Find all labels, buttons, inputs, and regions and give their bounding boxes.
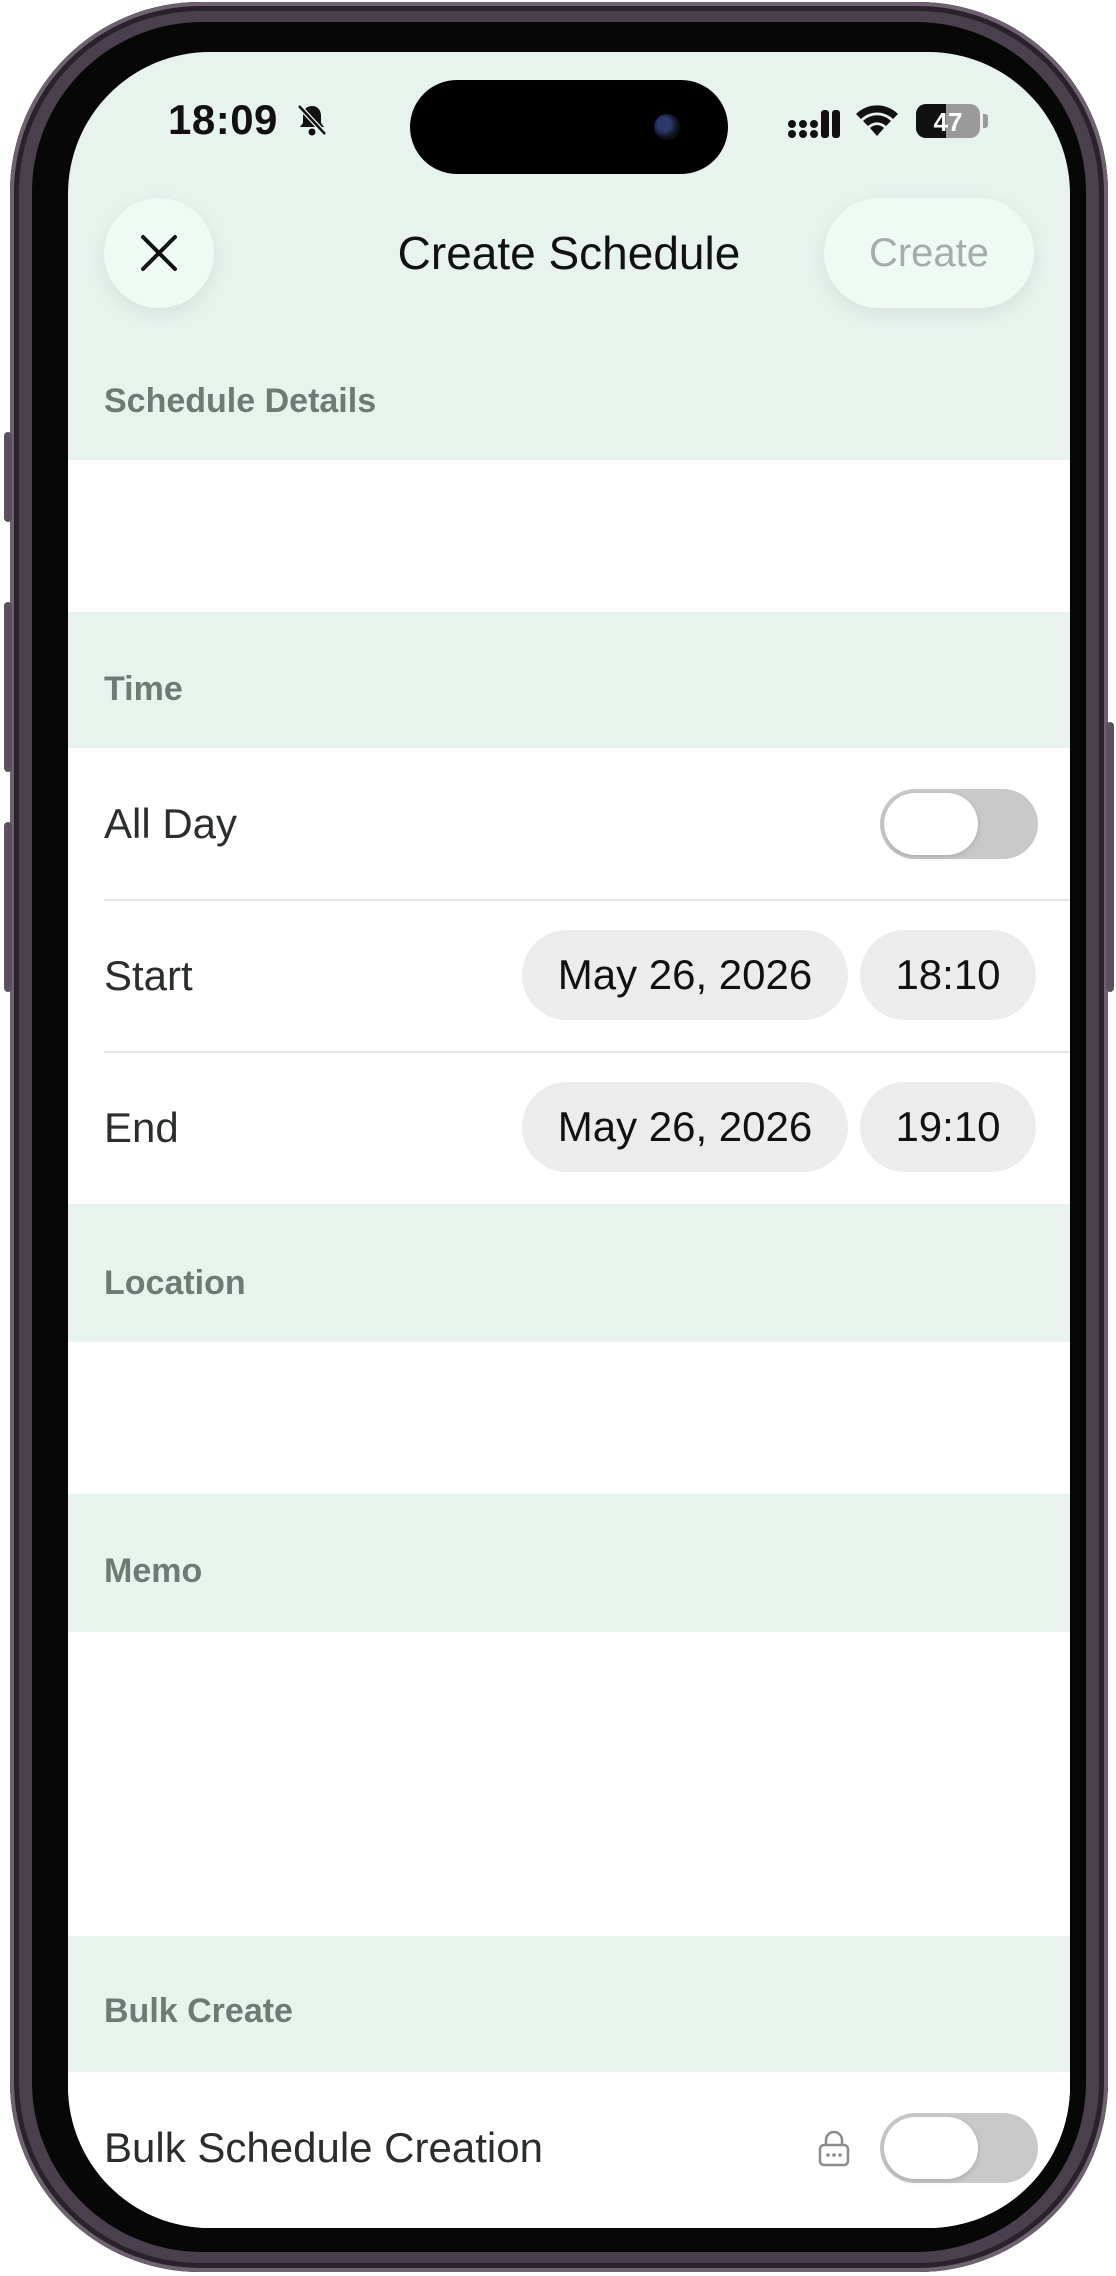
- end-label: End: [104, 1104, 179, 1151]
- location-field[interactable]: [68, 1342, 1070, 1494]
- bulk-schedule-toggle[interactable]: [880, 2113, 1038, 2183]
- all-day-label: All Day: [104, 800, 238, 847]
- divider: [104, 1051, 1070, 1053]
- toggle-knob: [884, 2117, 978, 2179]
- start-time-pill[interactable]: 18:10: [860, 930, 1036, 1020]
- create-button[interactable]: Create: [824, 198, 1034, 308]
- section-header-time: Time: [104, 670, 183, 708]
- wifi-icon: [856, 105, 898, 136]
- lock-icon: [818, 2130, 850, 2167]
- screen: 18:09 47 Create Schedule Create Schedule…: [68, 52, 1070, 2228]
- phone-frame: 18:09 47 Create Schedule Create Schedule…: [4, 2, 1114, 2272]
- section-header-schedule-details: Schedule Details: [104, 382, 377, 420]
- section-header-location: Location: [104, 1264, 246, 1302]
- volume-down-button: [4, 822, 12, 992]
- camera-icon: [654, 114, 680, 140]
- end-time-pill[interactable]: 19:10: [860, 1082, 1036, 1172]
- bulk-schedule-label: Bulk Schedule Creation: [104, 2124, 543, 2171]
- battery-icon: 47: [916, 104, 980, 138]
- toggle-knob: [884, 793, 978, 855]
- all-day-toggle[interactable]: [880, 789, 1038, 859]
- time-group: All Day Start May 26, 2026 18:10 End May…: [68, 748, 1070, 1204]
- schedule-title-field[interactable]: [68, 460, 1070, 612]
- section-header-bulk-create: Bulk Create: [104, 1992, 293, 2030]
- volume-up-button: [4, 602, 12, 772]
- status-time: 18:09: [168, 96, 278, 143]
- battery-tip: [983, 114, 988, 128]
- power-button: [1106, 722, 1114, 992]
- signal-icon: [788, 110, 840, 138]
- battery-level: 47: [933, 107, 963, 137]
- start-label: Start: [104, 952, 193, 999]
- divider: [104, 899, 1070, 901]
- section-header-memo: Memo: [104, 1552, 203, 1590]
- start-date-pill[interactable]: May 26, 2026: [522, 930, 848, 1020]
- bell-slash-icon: [297, 104, 327, 136]
- dynamic-island: [410, 80, 728, 174]
- mute-switch: [4, 432, 12, 522]
- end-date-pill[interactable]: May 26, 2026: [522, 1082, 848, 1172]
- bulk-group: Bulk Schedule Creation: [68, 2072, 1070, 2228]
- memo-field[interactable]: [68, 1632, 1070, 1936]
